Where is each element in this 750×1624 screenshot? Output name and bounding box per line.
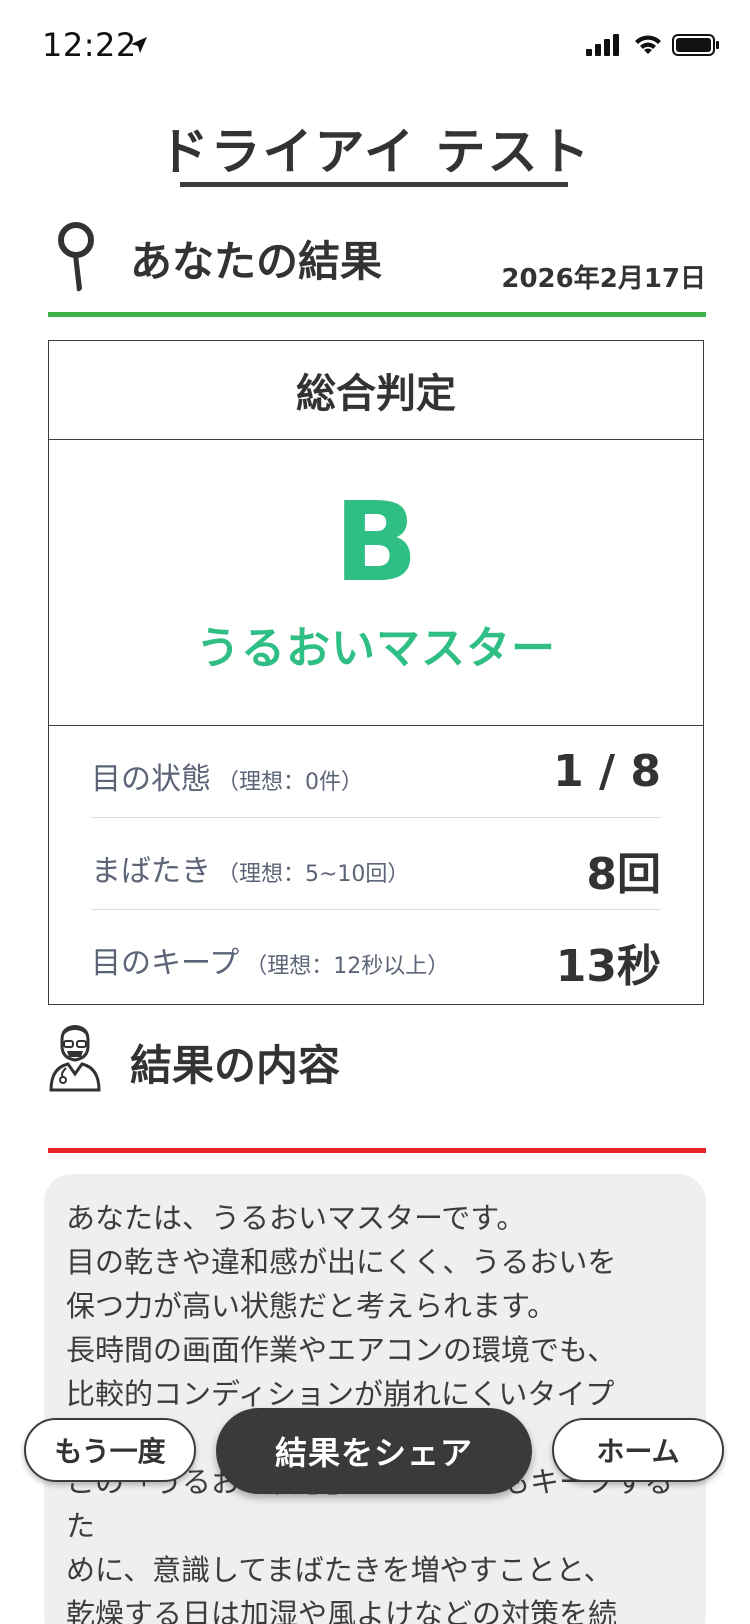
metric-row-eye-condition: 目の状態 （理想：0件） 1 / 8: [91, 726, 661, 818]
metric-ideal: （理想：0件）: [217, 770, 363, 795]
result-section-title: あなたの結果: [130, 237, 383, 286]
metric-value: 13秒: [555, 941, 661, 992]
metric-label: 目の状態: [91, 762, 211, 797]
overall-judgement-header: 総合判定: [49, 341, 703, 440]
doctor-icon: [49, 1025, 101, 1092]
share-result-button[interactable]: 結果をシェア: [216, 1408, 532, 1494]
content-section-header: 結果の内容: [48, 1024, 706, 1094]
location-arrow-icon: [131, 37, 147, 53]
battery-icon: [672, 34, 719, 56]
grade-area: B うるおいマスター: [49, 440, 703, 726]
wifi-icon: [635, 35, 661, 54]
pin-icon: [58, 222, 94, 292]
metric-value: 8回: [586, 849, 661, 900]
description-box: あなたは、うるおいマスターです。 目の乾きや違和感が出にくく、うるおいを 保つ力…: [44, 1174, 706, 1624]
retry-button[interactable]: もう一度: [24, 1418, 196, 1482]
metric-label: まばたき: [91, 854, 211, 889]
page-title: ドライアイ テスト: [158, 123, 592, 181]
metric-value: 1 / 8: [553, 746, 661, 797]
cellular-signal-icon: [586, 34, 619, 56]
content-section-title: 結果の内容: [130, 1041, 341, 1090]
result-date: 2026年2月17日: [501, 264, 706, 294]
content-section-divider: [48, 1148, 706, 1153]
grade-name: うるおいマスター: [196, 623, 556, 674]
result-section-divider: [48, 312, 706, 317]
metric-label: 目のキープ: [91, 946, 240, 981]
metric-ideal: （理想：12秒以上）: [245, 954, 450, 979]
metric-ideal: （理想：5~10回）: [217, 862, 410, 887]
title-underline: [180, 182, 568, 187]
grade-letter: B: [334, 478, 418, 606]
metric-row-eye-keep: 目のキープ （理想：12秒以上） 13秒: [91, 910, 661, 1002]
home-button[interactable]: ホーム: [552, 1418, 724, 1482]
result-card: 総合判定 B うるおいマスター 目の状態 （理想：0件） 1 / 8 まばたき （理…: [48, 340, 704, 1005]
metric-row-blinks: まばたき （理想：5~10回） 8回: [91, 818, 661, 910]
status-bar: 12:22: [0, 0, 750, 92]
status-time: 12:22: [42, 26, 137, 64]
